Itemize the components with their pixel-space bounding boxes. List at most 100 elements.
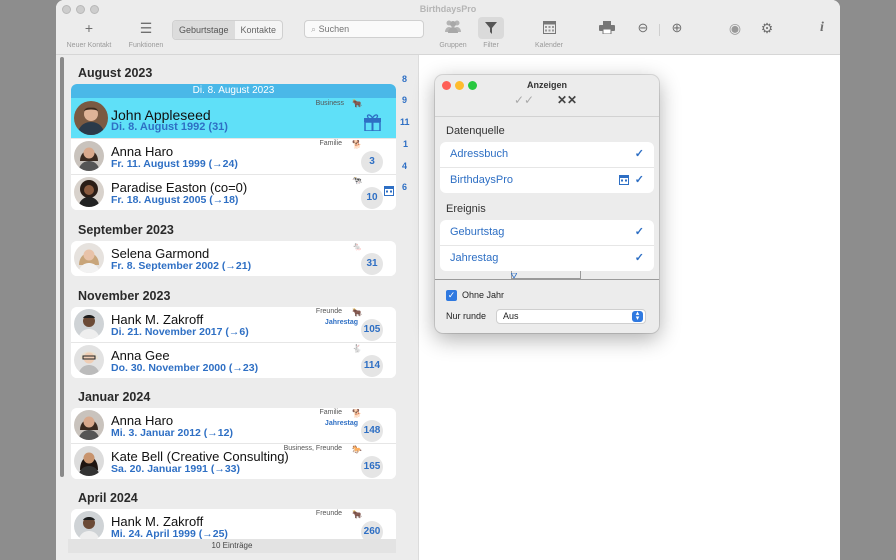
avatar bbox=[74, 243, 104, 273]
print-button[interactable] bbox=[596, 17, 618, 39]
event-type-label: Jahrestag bbox=[324, 319, 358, 326]
index-1[interactable]: 1 bbox=[403, 139, 408, 149]
contact-date: Do. 30. November 2000 (→23) bbox=[111, 362, 259, 374]
birthday-list-panel: August 2023 Di. 8. August 2023 John Appl… bbox=[56, 55, 419, 560]
segment-contacts[interactable]: Kontakte bbox=[235, 21, 283, 39]
list-item[interactable]: Anna Haro Fr. 11. August 1999 (→24) Fami… bbox=[71, 138, 396, 174]
animal-icon: 🐂 bbox=[352, 510, 362, 519]
avatar bbox=[74, 309, 104, 339]
segment-birthdays[interactable]: Geburtstage bbox=[173, 21, 235, 39]
zoom-in-icon: ⊕ bbox=[671, 20, 683, 35]
list-item[interactable]: Hank M. Zakroff Di. 21. November 2017 (→… bbox=[71, 307, 396, 342]
preview-button[interactable]: ◉ bbox=[724, 17, 746, 39]
functions-button[interactable]: ☰ Funktionen bbox=[120, 17, 172, 49]
panel-tab-indicator bbox=[511, 271, 581, 279]
source-address-book[interactable]: Adressbuch ✓ bbox=[440, 142, 654, 167]
search-icon: ⌕ bbox=[311, 24, 317, 34]
animal-icon: 🐄 bbox=[352, 176, 362, 185]
avatar bbox=[74, 141, 104, 171]
contact-date: Sa. 20. Januar 1991 (→33) bbox=[111, 463, 240, 475]
deselect-all-button[interactable]: ✕✕ bbox=[557, 93, 577, 107]
event-birthday[interactable]: Geburtstag ✓ bbox=[440, 220, 654, 245]
list-item[interactable]: Paradise Easton (co=0) Fr. 18. August 20… bbox=[71, 174, 396, 210]
event-anniversary[interactable]: Jahrestag ✓ bbox=[440, 245, 654, 271]
contact-tags: Business bbox=[315, 100, 344, 107]
check-icon: ✓ bbox=[634, 148, 644, 160]
contact-date: Mi. 3. Januar 2012 (→12) bbox=[111, 427, 233, 439]
groups-button[interactable]: Gruppen bbox=[428, 17, 478, 49]
month-header: April 2024 bbox=[78, 491, 138, 505]
filter-button[interactable]: Filter bbox=[476, 17, 506, 49]
month-group-september: Selena Garmond Fr. 8. September 2002 (→2… bbox=[71, 241, 396, 276]
contact-name: Paradise Easton (co=0) bbox=[111, 180, 248, 195]
new-contact-button[interactable]: + Neuer Kontakt bbox=[60, 17, 118, 49]
calendar-icon bbox=[524, 17, 574, 39]
window-title: BirthdaysPro bbox=[419, 4, 477, 14]
contact-tags: Freunde bbox=[315, 510, 342, 517]
list-item-selected[interactable]: John Appleseed Di. 8. August 1992 (31) B… bbox=[71, 98, 396, 138]
index-8[interactable]: 8 bbox=[402, 74, 407, 84]
contact-date: Di. 8. August 1992 (31) bbox=[111, 121, 228, 133]
list-scrollbar[interactable] bbox=[60, 57, 64, 477]
index-9[interactable]: 9 bbox=[402, 95, 407, 105]
animal-icon: 🐁 bbox=[352, 242, 362, 251]
settings-button[interactable]: ⚙ bbox=[757, 17, 777, 39]
groups-icon bbox=[428, 17, 478, 39]
list-item[interactable]: Kate Bell (Creative Consulting) Sa. 20. … bbox=[71, 443, 396, 479]
check-icon: ✓ bbox=[634, 226, 644, 238]
select-all-button[interactable]: ✓✓ bbox=[514, 93, 534, 107]
contact-tags: Familie bbox=[319, 409, 342, 416]
search-input[interactable] bbox=[318, 24, 409, 34]
list-item[interactable]: Anna Haro Mi. 3. Januar 2012 (→12) Famil… bbox=[71, 408, 396, 443]
list-item[interactable]: Anna Gee Do. 30. November 2000 (→23) 🐇 1… bbox=[71, 342, 396, 378]
avatar bbox=[74, 345, 104, 375]
month-group-january: Anna Haro Mi. 3. Januar 2012 (→12) Famil… bbox=[71, 408, 396, 479]
contact-name: Anna Haro bbox=[111, 144, 174, 159]
source-birthdayspro[interactable]: BirthdaysPro ✓ bbox=[440, 167, 654, 193]
days-badge: 31 bbox=[361, 253, 383, 275]
contact-name: Selena Garmond bbox=[111, 246, 210, 261]
contact-tags: Familie bbox=[319, 140, 342, 147]
contact-name: Hank M. Zakroff bbox=[111, 312, 204, 327]
calendar-small-icon bbox=[619, 175, 629, 185]
no-year-checkbox[interactable]: ✓ bbox=[446, 290, 457, 301]
search-field[interactable]: ⌕ bbox=[304, 20, 424, 38]
event-list: Geburtstag ✓ Jahrestag ✓ bbox=[440, 220, 654, 271]
source-list: Adressbuch ✓ BirthdaysPro ✓ bbox=[440, 142, 654, 193]
index-6[interactable]: 6 bbox=[402, 182, 407, 192]
chevron-updown-icon: ▴ ▾ bbox=[632, 310, 643, 322]
index-11[interactable]: 11 bbox=[400, 117, 410, 127]
contact-date: Fr. 11. August 1999 (→24) bbox=[111, 158, 238, 170]
zoom-in-button[interactable]: ⊕ bbox=[667, 17, 687, 39]
contact-tags: Business, Freunde bbox=[283, 445, 342, 452]
animal-icon: 🐕 bbox=[352, 140, 362, 149]
plus-icon: + bbox=[84, 20, 94, 36]
animal-icon: 🐂 bbox=[352, 308, 362, 317]
month-header: September 2023 bbox=[78, 223, 174, 237]
event-heading: Ereignis bbox=[446, 203, 486, 215]
info-button[interactable]: i bbox=[812, 17, 832, 39]
toolbar: BirthdaysPro + Neuer Kontakt ☰ Funktione… bbox=[56, 0, 840, 55]
calendar-button[interactable]: Kalender bbox=[524, 17, 574, 49]
avatar bbox=[74, 511, 104, 541]
avatar bbox=[74, 101, 108, 135]
source-heading: Datenquelle bbox=[446, 125, 505, 137]
contact-name: Hank M. Zakroff bbox=[111, 514, 204, 529]
contact-name: Kate Bell (Creative Consulting) bbox=[111, 449, 289, 464]
animal-icon: 🐎 bbox=[352, 445, 362, 454]
month-header: August 2023 bbox=[78, 66, 153, 80]
round-select[interactable]: Aus ▴ ▾ bbox=[496, 309, 646, 324]
contact-tags: Freunde bbox=[315, 308, 342, 315]
gift-icon bbox=[364, 114, 381, 131]
contact-name: Anna Gee bbox=[111, 348, 170, 363]
panel-title: Anzeigen bbox=[526, 80, 567, 90]
zoom-out-button[interactable]: ⊖ bbox=[633, 17, 653, 39]
no-year-label: Ohne Jahr bbox=[462, 290, 505, 300]
contact-date: Fr. 18. August 2005 (→18) bbox=[111, 194, 239, 206]
days-badge: 148 bbox=[361, 420, 383, 442]
avatar bbox=[74, 410, 104, 440]
gear-icon: ⚙ bbox=[760, 20, 774, 36]
list-item[interactable]: Selena Garmond Fr. 8. September 2002 (→2… bbox=[71, 241, 396, 276]
index-4[interactable]: 4 bbox=[402, 161, 407, 171]
event-type-label: Jahrestag bbox=[324, 420, 358, 427]
